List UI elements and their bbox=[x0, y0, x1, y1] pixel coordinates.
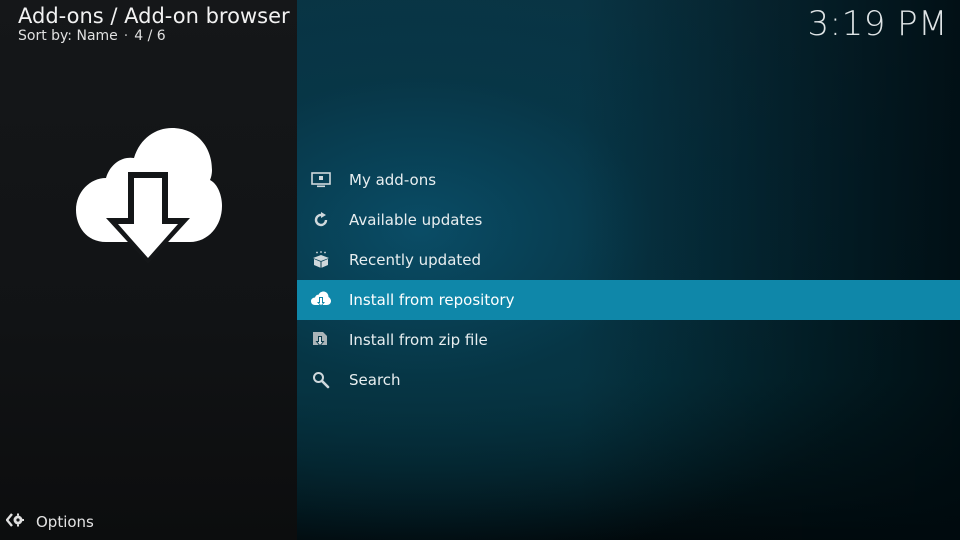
menu-item-search[interactable]: Search bbox=[297, 360, 960, 400]
item-position: 4 / 6 bbox=[134, 28, 166, 44]
menu-item-recently-updated[interactable]: Recently updated bbox=[297, 240, 960, 280]
options-arrows-gear-icon bbox=[5, 512, 24, 532]
sort-label[interactable]: Sort by: Name bbox=[18, 28, 118, 44]
open-box-icon bbox=[311, 250, 331, 270]
menu-item-label: Recently updated bbox=[349, 251, 482, 269]
options-label: Options bbox=[36, 513, 94, 531]
zip-install-icon bbox=[311, 330, 331, 350]
monitor-box-icon bbox=[311, 170, 331, 190]
menu-item-install-from-repository[interactable]: Install from repository bbox=[297, 280, 960, 320]
clock: 3:19 PM bbox=[807, 4, 948, 44]
breadcrumb-title: Add-ons / Add-on browser bbox=[18, 4, 290, 28]
left-info-panel bbox=[0, 0, 297, 540]
menu-item-available-updates[interactable]: Available updates bbox=[297, 200, 960, 240]
menu-item-label: Search bbox=[349, 371, 401, 389]
sort-info: Sort by: Name · 4 / 6 bbox=[18, 28, 166, 44]
menu-item-label: My add-ons bbox=[349, 171, 437, 189]
menu-item-my-addons[interactable]: My add-ons bbox=[297, 160, 960, 200]
menu-item-label: Available updates bbox=[349, 211, 483, 229]
menu-item-label: Install from zip file bbox=[349, 331, 488, 349]
menu-item-label: Install from repository bbox=[349, 291, 515, 309]
addon-browser-menu: My add-ons Available updates Recently up… bbox=[297, 160, 960, 400]
separator: · bbox=[123, 28, 129, 44]
search-icon bbox=[311, 370, 331, 390]
options-button[interactable]: Options bbox=[5, 511, 94, 533]
refresh-icon bbox=[311, 210, 331, 230]
menu-item-install-from-zip[interactable]: Install from zip file bbox=[297, 320, 960, 360]
cloud-download-icon bbox=[311, 290, 331, 310]
cloud-download-icon bbox=[76, 128, 222, 264]
